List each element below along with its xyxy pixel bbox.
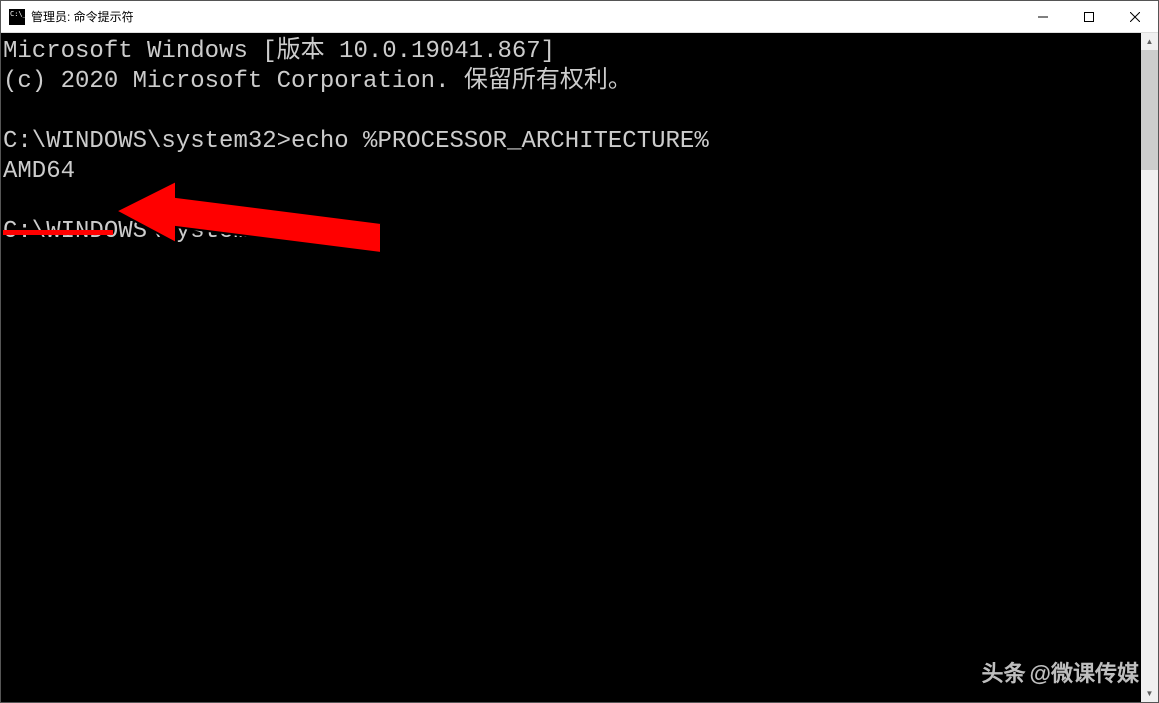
command-prompt-window: 管理员: 命令提示符 Microsoft Windows [版本 10.0.19… xyxy=(0,0,1159,703)
console-header-line1: Microsoft Windows [版本 10.0.19041.867] xyxy=(3,38,555,65)
maximize-icon xyxy=(1084,12,1094,22)
minimize-button[interactable] xyxy=(1020,1,1066,32)
close-button[interactable] xyxy=(1112,1,1158,32)
vertical-scrollbar[interactable]: ▲ ▼ xyxy=(1141,33,1158,702)
minimize-icon xyxy=(1038,12,1048,22)
console-header-line2: (c) 2020 Microsoft Corporation. 保留所有权利。 xyxy=(3,68,632,95)
watermark-text: @微课传媒 xyxy=(1030,656,1139,688)
window-controls xyxy=(1020,1,1158,32)
console-prompt-path: C:\WINDOWS\system32> xyxy=(3,128,291,155)
console-area[interactable]: Microsoft Windows [版本 10.0.19041.867] (c… xyxy=(1,33,1158,702)
console-output: AMD64 xyxy=(3,158,75,185)
maximize-button[interactable] xyxy=(1066,1,1112,32)
scrollbar-thumb[interactable] xyxy=(1141,50,1158,170)
watermark-logo: 头条 xyxy=(982,656,1026,688)
scrollbar-up-arrow-icon[interactable]: ▲ xyxy=(1141,33,1158,50)
console-command: echo %PROCESSOR_ARCHITECTURE% xyxy=(291,128,709,155)
scrollbar-down-arrow-icon[interactable]: ▼ xyxy=(1141,685,1158,702)
titlebar[interactable]: 管理员: 命令提示符 xyxy=(1,1,1158,33)
console-prompt-path: C:\WINDOWS\system32> xyxy=(3,218,291,245)
watermark: 头条 @微课传媒 xyxy=(982,656,1139,688)
window-title: 管理员: 命令提示符 xyxy=(31,8,1020,25)
cmd-icon xyxy=(9,9,25,25)
console-content[interactable]: Microsoft Windows [版本 10.0.19041.867] (c… xyxy=(1,33,1141,702)
close-icon xyxy=(1130,12,1140,22)
